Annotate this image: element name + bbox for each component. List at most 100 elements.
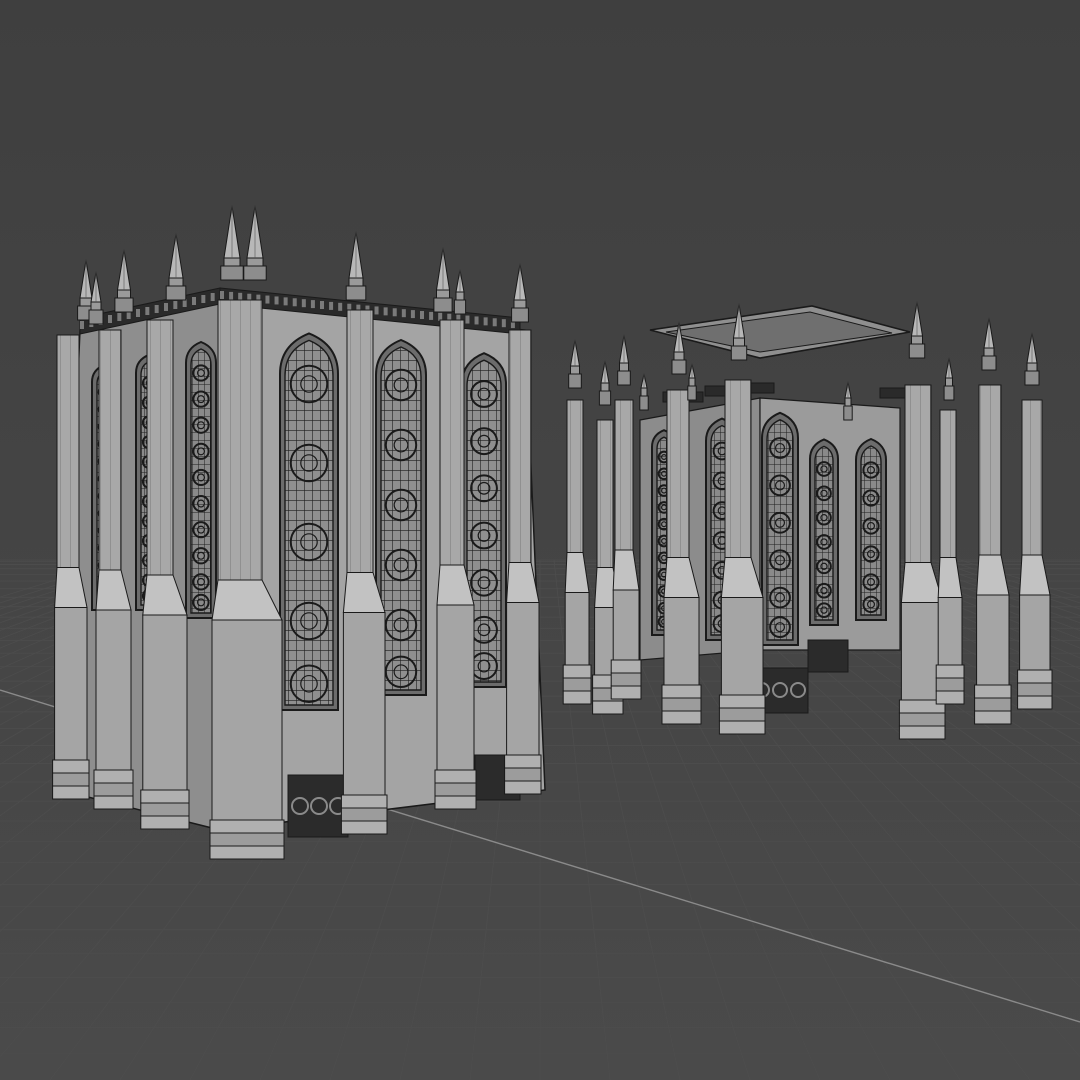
parapet-ornament	[117, 313, 122, 321]
buttress-shaft	[614, 399, 634, 551]
buttress-plinth	[93, 769, 134, 784]
buttress-base	[976, 594, 1010, 686]
buttress-base	[95, 609, 132, 771]
buttress-shaft	[508, 329, 532, 563]
parapet-ornament	[274, 296, 279, 305]
spire-collar	[345, 285, 367, 301]
spire-collar	[511, 307, 529, 323]
buttress-plinth	[1017, 669, 1053, 684]
buttress-plinth	[898, 725, 946, 740]
parapet-ornament	[210, 293, 215, 301]
parapet-ornament	[220, 291, 224, 299]
buttress-plinth	[340, 820, 388, 835]
floating-parapet	[879, 387, 907, 399]
buttress-plinth	[974, 697, 1012, 712]
spire-collar	[223, 257, 241, 267]
buttress-plinth	[562, 677, 592, 692]
spire-collar	[639, 395, 649, 411]
spire-collar	[671, 359, 687, 375]
buttress-shaft	[596, 419, 614, 568]
spire-collar	[114, 297, 134, 313]
parapet-ornament	[164, 303, 168, 311]
spire-collar	[981, 355, 997, 371]
parapet-ornament	[154, 305, 159, 313]
spire-collar	[598, 390, 612, 406]
buttress-base	[211, 619, 283, 821]
spire-collar	[436, 289, 450, 299]
parapet-ornament	[383, 307, 388, 316]
spire-collar	[1024, 370, 1040, 386]
spire-collar	[617, 370, 631, 386]
buttress-plinth	[434, 769, 477, 784]
buttress-plinth	[504, 754, 542, 769]
buttress-shaft	[146, 319, 174, 576]
buttress-plinth	[140, 802, 190, 817]
buttress-plinth	[718, 694, 766, 709]
buttress-base	[436, 604, 475, 771]
buttress-plinth	[93, 782, 134, 797]
spire-collar	[455, 291, 465, 301]
buttress-shaft	[724, 379, 752, 558]
spire-collar	[348, 277, 364, 287]
buttress-plinth	[935, 664, 965, 679]
viewport-scene[interactable]	[0, 0, 1080, 1080]
buttress-base	[564, 592, 590, 666]
buttress-plinth	[209, 845, 285, 860]
window-tracery	[284, 339, 334, 706]
spire-collar	[168, 277, 184, 287]
parapet-ornament	[229, 291, 234, 300]
parapet-ornament	[483, 317, 488, 326]
lattice-panel	[287, 774, 349, 838]
buttress-base	[342, 612, 386, 796]
buttress-plinth	[935, 677, 965, 692]
spire-collar	[117, 289, 131, 299]
buttress-shaft	[56, 334, 80, 568]
buttress-base	[506, 602, 540, 756]
buttress-base	[54, 607, 88, 761]
spire-collar	[513, 299, 527, 309]
buttress-plinth	[140, 789, 190, 804]
buttress-plinth	[974, 710, 1012, 725]
spire-collar	[79, 297, 93, 307]
buttress-plinth	[340, 807, 388, 822]
parapet-ornament	[410, 310, 415, 319]
buttress-plinth	[610, 685, 642, 700]
parapet-ornament	[136, 309, 140, 317]
3d-viewport[interactable]	[0, 0, 1080, 1080]
spire-collar	[911, 335, 923, 345]
buttress-plinth	[562, 664, 592, 679]
parapet-ornament	[301, 299, 306, 308]
spire-collar	[844, 397, 852, 407]
buttress-plinth	[340, 794, 388, 809]
buttress-plinth	[661, 684, 702, 699]
parapet-ornament	[429, 311, 434, 320]
buttress-plinth	[610, 659, 642, 674]
buttress-plinth	[93, 795, 134, 810]
parapet-ornament	[108, 315, 112, 323]
parapet-ornament	[392, 308, 397, 317]
spire-collar	[243, 265, 267, 281]
buttress-shaft	[666, 389, 690, 558]
buttress-base	[937, 597, 963, 666]
spire-collar	[687, 385, 697, 401]
parapet-ornament	[292, 298, 297, 307]
spire-collar	[688, 377, 696, 387]
buttress-shaft	[904, 384, 932, 563]
parapet-ornament	[401, 309, 406, 318]
parapet-ornament	[192, 297, 196, 305]
spire-collar	[945, 377, 953, 387]
parapet-ornament	[201, 295, 206, 303]
buttress-plinth	[661, 710, 702, 725]
buttress-shaft	[439, 319, 465, 566]
parapet-ornament	[145, 307, 150, 315]
spire-collar	[246, 257, 264, 267]
parapet-ornament	[338, 302, 343, 311]
parapet-ornament	[283, 297, 288, 306]
buttress-plinth	[1017, 682, 1053, 697]
parapet-ornament	[173, 301, 178, 309]
buttress-plinth	[935, 690, 965, 705]
buttress-shaft	[98, 329, 122, 571]
buttress-plinth	[562, 690, 592, 705]
parapet-ornament	[420, 311, 424, 319]
buttress-plinth	[504, 780, 542, 795]
